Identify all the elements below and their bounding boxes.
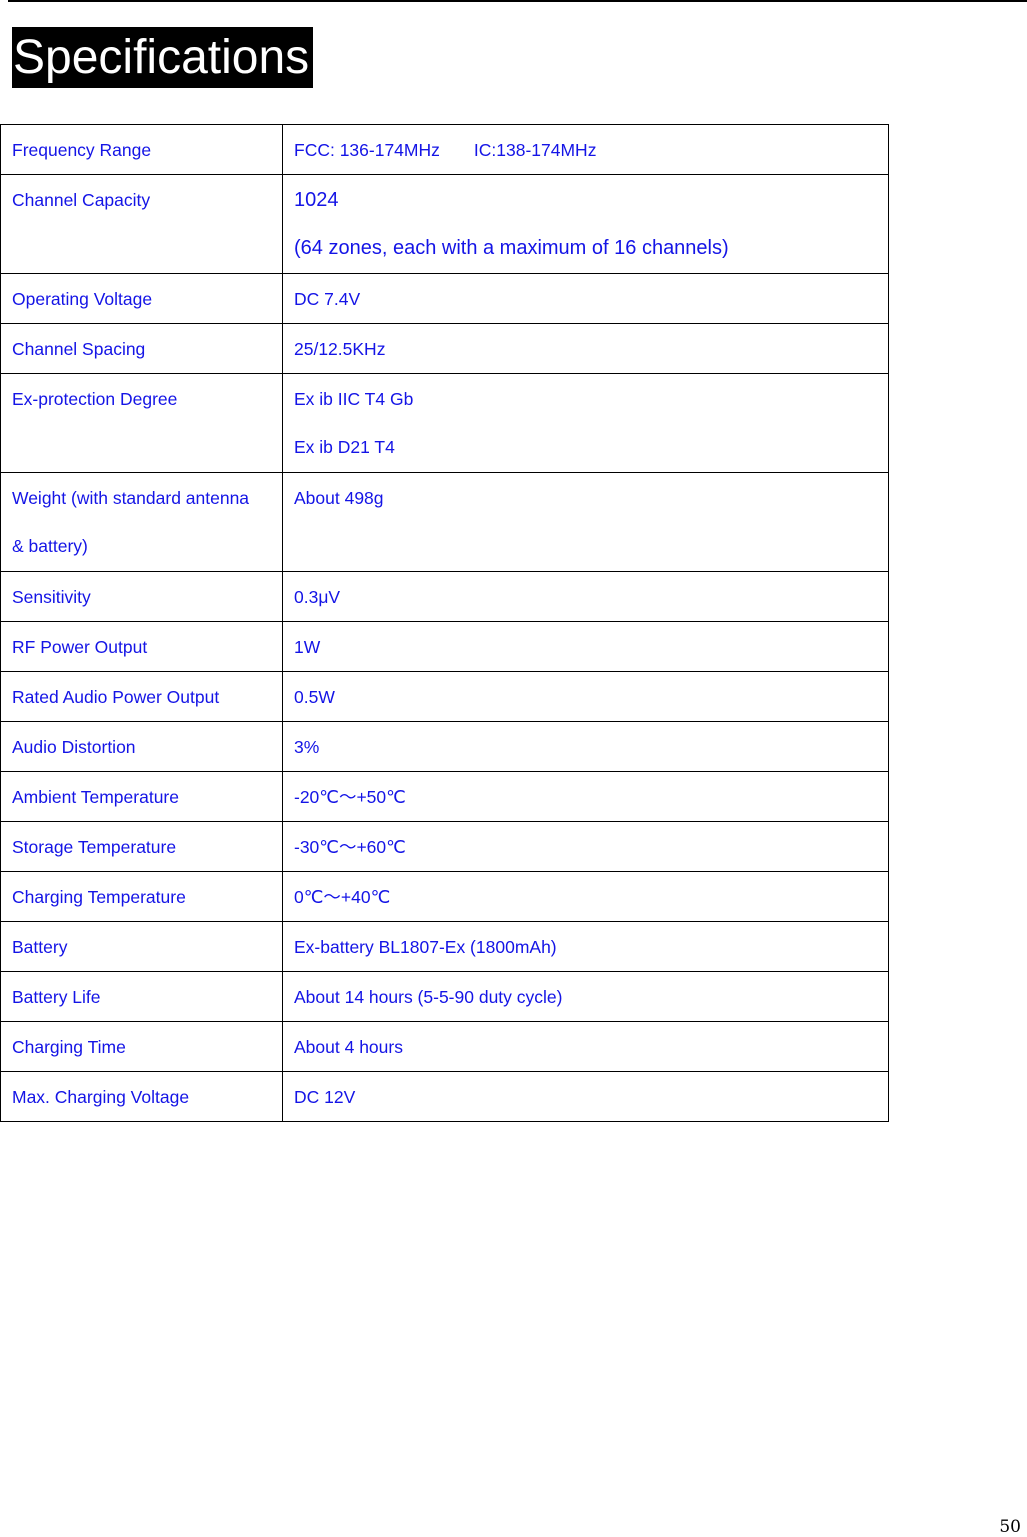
spec-label: Weight (with standard antenna & battery) [0, 472, 283, 572]
spec-value: 0.3μV [282, 571, 889, 622]
spec-value: -30℃～+60℃ [282, 821, 889, 872]
table-row: Max. Charging Voltage DC 12V [0, 1071, 889, 1122]
spec-value: 3% [282, 721, 889, 772]
table-row: Operating Voltage DC 7.4V [0, 273, 889, 324]
spec-value: About 498g [282, 472, 889, 572]
table-row: Ex-protection Degree Ex ib IIC T4 Gb Ex i… [0, 373, 889, 473]
spec-label-line1: Weight (with standard antenna [12, 488, 250, 508]
spec-label: Charging Time [0, 1021, 283, 1072]
spec-value: About 4 hours [282, 1021, 889, 1072]
table-row: Battery Ex-battery BL1807-Ex (1800mAh) [0, 921, 889, 972]
spec-value-line1: Ex ib IIC T4 Gb [294, 389, 414, 409]
spec-label: Ex-protection Degree [0, 373, 283, 473]
spec-label-line2: & battery) [12, 536, 88, 556]
spec-label: Charging Temperature [0, 871, 283, 922]
spec-label: Channel Capacity [0, 174, 283, 274]
spec-value-line1: 1024 [294, 189, 339, 211]
spec-value: 0℃～+40℃ [282, 871, 889, 922]
spec-value: 0.5W [282, 671, 889, 722]
table-row: RF Power Output 1W [0, 621, 889, 672]
spec-value: FCC: 136-174MHz IC:138-174MHz [282, 124, 889, 175]
spec-label: Operating Voltage [0, 273, 283, 324]
table-row: Ambient Temperature -20℃～+50℃ [0, 771, 889, 822]
spec-label: Frequency Range [0, 124, 283, 175]
spec-label: Ambient Temperature [0, 771, 283, 822]
spec-value: DC 12V [282, 1071, 889, 1122]
spec-label: Battery [0, 921, 283, 972]
spec-label: Storage Temperature [0, 821, 283, 872]
spec-value: About 14 hours (5-5-90 duty cycle) [282, 971, 889, 1022]
spec-value: Ex-battery BL1807-Ex (1800mAh) [282, 921, 889, 972]
spec-value: Ex ib IIC T4 Gb Ex ib D21 T4 [282, 373, 889, 473]
spec-label: Rated Audio Power Output [0, 671, 283, 722]
header-rule [8, 0, 1027, 2]
spec-value: 1W [282, 621, 889, 672]
spec-value: -20℃～+50℃ [282, 771, 889, 822]
page-title: Specifications [12, 27, 314, 88]
table-row: Frequency Range FCC: 136-174MHz IC:138-17… [0, 124, 889, 175]
table-row: Battery Life About 14 hours (5-5-90 duty… [0, 971, 889, 1022]
spec-label: RF Power Output [0, 621, 283, 672]
spec-value-line2: Ex ib D21 T4 [294, 437, 395, 457]
spec-value: 1024 (64 zones, each with a maximum of 16… [282, 174, 889, 274]
table-row: Channel Capacity 1024 (64 zones, each wit… [0, 174, 889, 274]
table-row: Sensitivity 0.3μV [0, 571, 889, 622]
table-row: Weight (with standard antenna & battery) … [0, 472, 889, 572]
spec-value-line2: (64 zones, each with a maximum of 16 cha… [294, 237, 729, 259]
spec-value: DC 7.4V [282, 273, 889, 324]
table-row: Channel Spacing 25/12.5KHz [0, 323, 889, 374]
specifications-table: Frequency Range FCC: 136-174MHz IC:138-17… [0, 124, 889, 1122]
spec-value-ic: IC:138-174MHz [473, 140, 597, 160]
spec-label: Audio Distortion [0, 721, 283, 772]
spec-value: 25/12.5KHz [282, 323, 889, 374]
table-row: Charging Time About 4 hours [0, 1021, 889, 1072]
page-number: 50 [999, 1517, 1021, 1537]
spec-value-fcc: FCC: 136-174MHz [294, 140, 440, 160]
table-row: Audio Distortion 3% [0, 721, 889, 772]
table-row: Storage Temperature -30℃～+60℃ [0, 821, 889, 872]
table-row: Rated Audio Power Output 0.5W [0, 671, 889, 722]
table-row: Charging Temperature 0℃～+40℃ [0, 871, 889, 922]
spec-label: Channel Spacing [0, 323, 283, 374]
spec-label: Battery Life [0, 971, 283, 1022]
spec-label: Sensitivity [0, 571, 283, 622]
spec-label: Max. Charging Voltage [0, 1071, 283, 1122]
